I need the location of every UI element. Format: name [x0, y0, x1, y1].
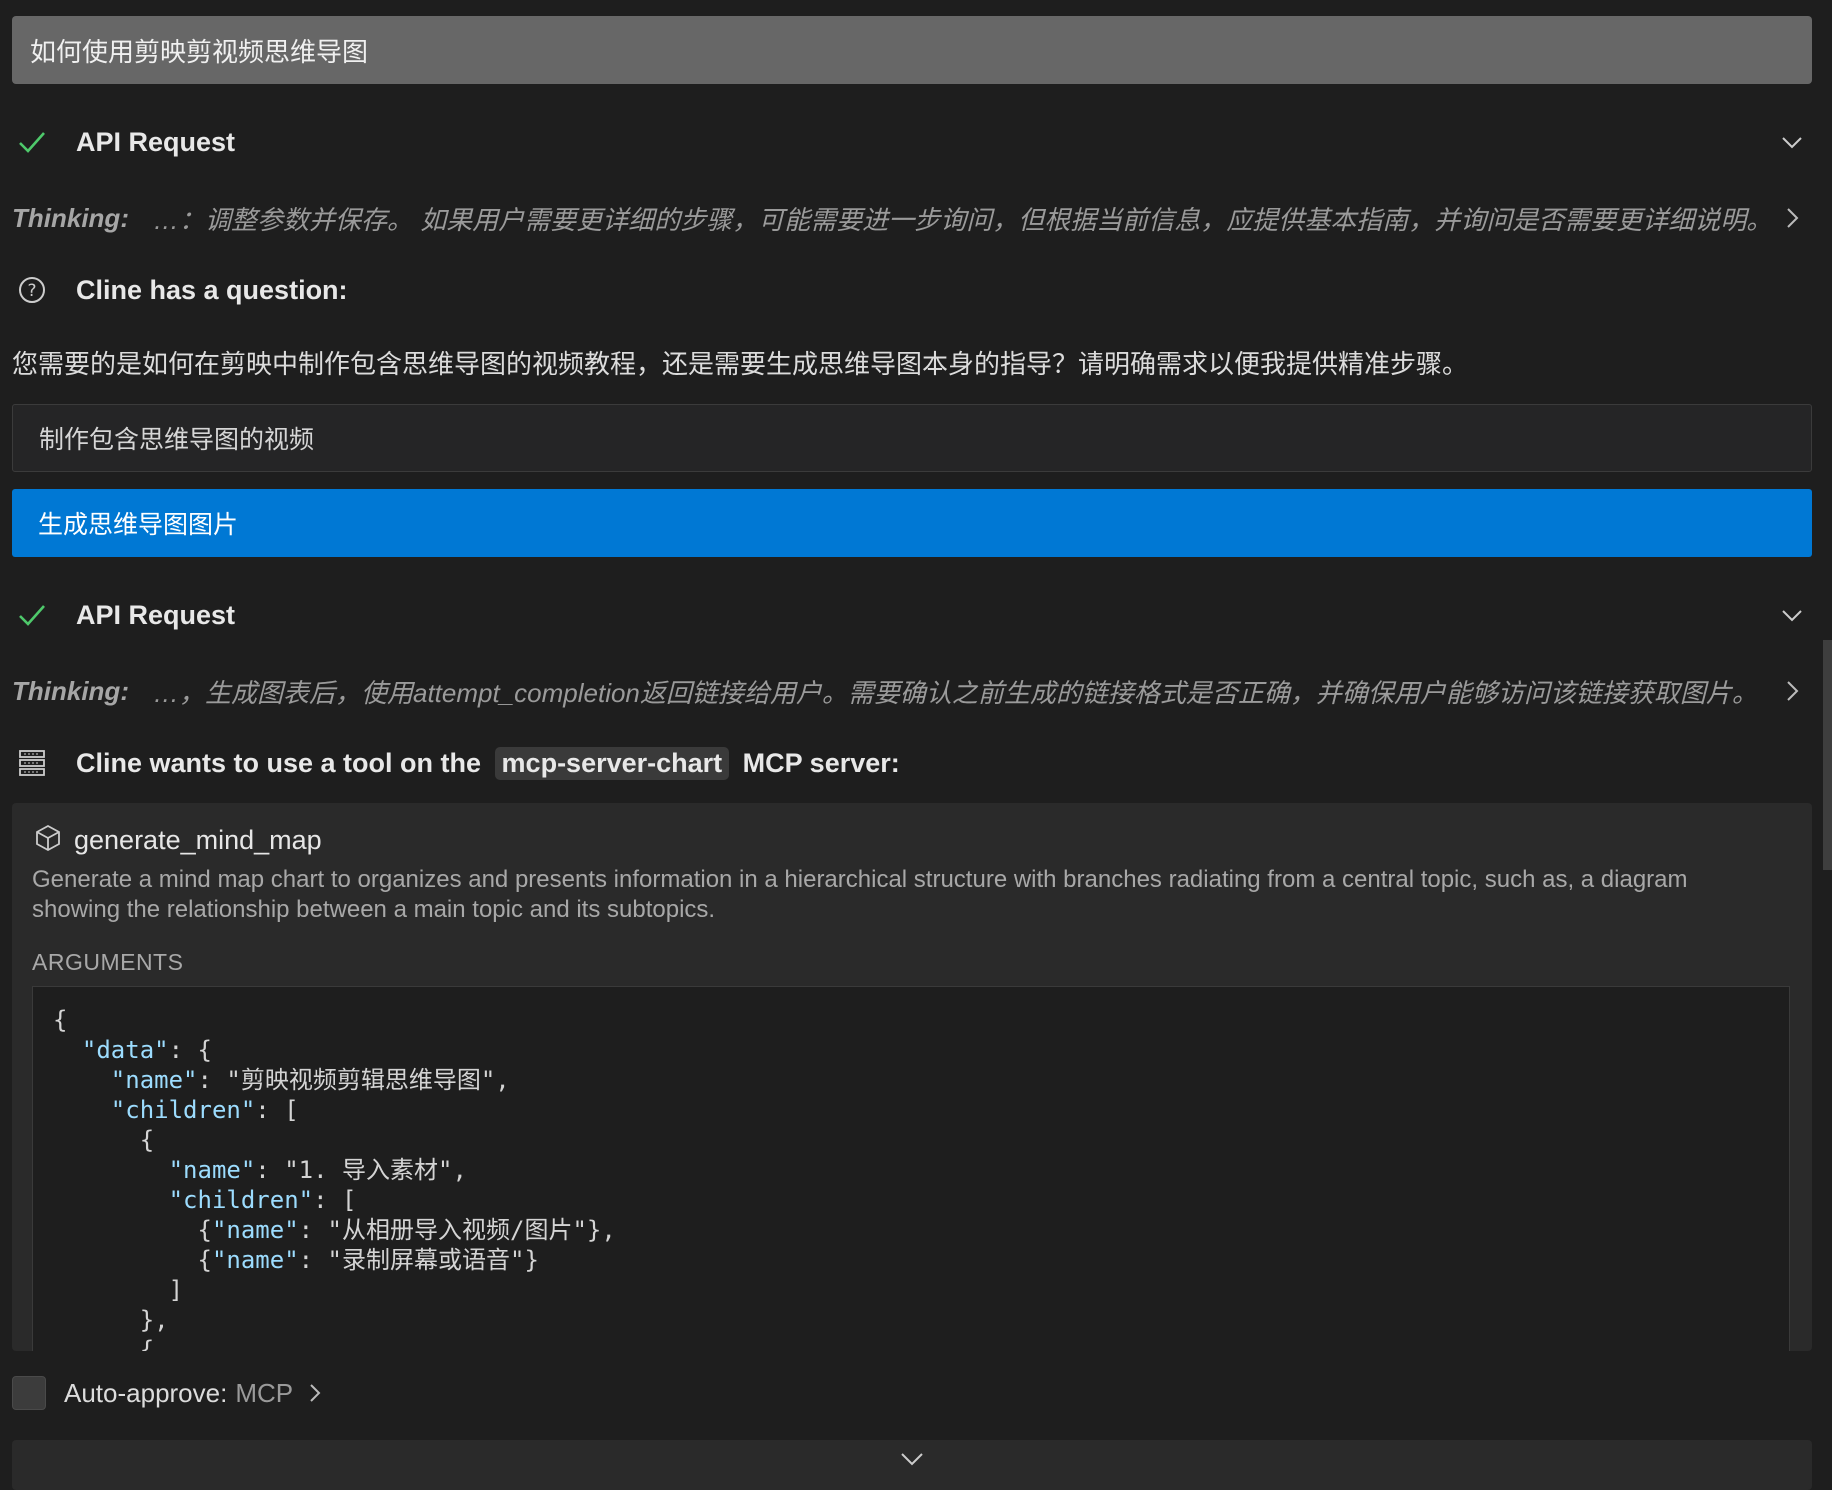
thinking-label: Thinking:: [12, 202, 129, 233]
chevron-right-icon[interactable]: [1772, 198, 1812, 238]
check-icon: [12, 595, 52, 635]
api-request-title: API Request: [76, 599, 236, 630]
tool-name: generate_mind_map: [74, 825, 322, 855]
package-icon: [34, 823, 62, 858]
api-request-title: API Request: [76, 126, 236, 157]
mcp-title: Cline wants to use a tool on the mcp-ser…: [76, 746, 900, 780]
option-label: 制作包含思维导图的视频: [39, 426, 315, 454]
auto-approve-label: Auto-approve:: [64, 1377, 228, 1408]
auto-approve-checkbox[interactable]: [12, 1376, 46, 1410]
tool-name-row: generate_mind_map: [34, 823, 322, 858]
task-text: 如何使用剪映剪视频思维导图: [30, 36, 369, 67]
chevron-down-icon[interactable]: [1772, 122, 1812, 162]
thinking-row-1[interactable]: Thinking: …：调整参数并保存。 如果用户需要更详细的步骤，可能需要进一…: [12, 198, 1812, 238]
task-header[interactable]: 如何使用剪映剪视频思维导图: [12, 16, 1812, 84]
mcp-header: Cline wants to use a tool on the mcp-ser…: [12, 743, 1812, 783]
thinking-row-2[interactable]: Thinking: …，生成图表后，使用attempt_completion返回…: [12, 671, 1812, 711]
thinking-text: …：调整参数并保存。 如果用户需要更详细的步骤，可能需要进一步询问，但根据当前信…: [152, 204, 1772, 235]
auto-approve-value: MCP: [235, 1377, 294, 1408]
check-icon: [12, 122, 52, 162]
mcp-tool-card: generate_mind_map Generate a mind map ch…: [12, 803, 1812, 1351]
question-circle-icon: ?: [12, 270, 52, 310]
svg-text:?: ?: [27, 281, 36, 301]
mcp-title-suffix: MCP server:: [742, 747, 900, 778]
option-label: 生成思维导图图片: [38, 511, 239, 539]
question-text: 您需要的是如何在剪映中制作包含思维导图的视频教程，还是需要生成思维导图本身的指导…: [12, 349, 1469, 379]
mcp-title-prefix: Cline wants to use a tool on the: [76, 747, 482, 778]
chevron-down-icon[interactable]: [1772, 595, 1812, 635]
chevron-down-icon[interactable]: [898, 1448, 926, 1490]
api-request-row-2[interactable]: API Request: [12, 595, 1812, 635]
option-make-video-button[interactable]: 制作包含思维导图的视频: [12, 404, 1812, 472]
question-title: Cline has a question:: [76, 274, 348, 305]
arguments-code: { "data": { "name": "剪映视频剪辑思维导图", "child…: [53, 1006, 616, 1351]
thinking-label: Thinking:: [12, 675, 129, 706]
thinking-text: …，生成图表后，使用attempt_completion返回链接给用户。需要确认…: [152, 677, 1758, 708]
mcp-server-name: mcp-server-chart: [494, 746, 730, 780]
option-generate-image-button[interactable]: 生成思维导图图片: [12, 489, 1812, 557]
question-header: ? Cline has a question:: [12, 270, 1812, 310]
chevron-right-icon[interactable]: [305, 1381, 325, 1405]
arguments-label: ARGUMENTS: [32, 949, 184, 975]
api-request-row-1[interactable]: API Request: [12, 122, 1812, 162]
auto-approve-row[interactable]: Auto-approve: MCP: [12, 1376, 325, 1410]
scrollbar-thumb[interactable]: [1823, 640, 1832, 870]
arguments-code-block[interactable]: { "data": { "name": "剪映视频剪辑思维导图", "child…: [32, 986, 1790, 1351]
scroll-to-bottom-bar[interactable]: [12, 1440, 1812, 1490]
tool-description: Generate a mind map chart to organizes a…: [32, 866, 1688, 923]
server-icon: [12, 743, 52, 783]
chevron-right-icon[interactable]: [1772, 671, 1812, 711]
